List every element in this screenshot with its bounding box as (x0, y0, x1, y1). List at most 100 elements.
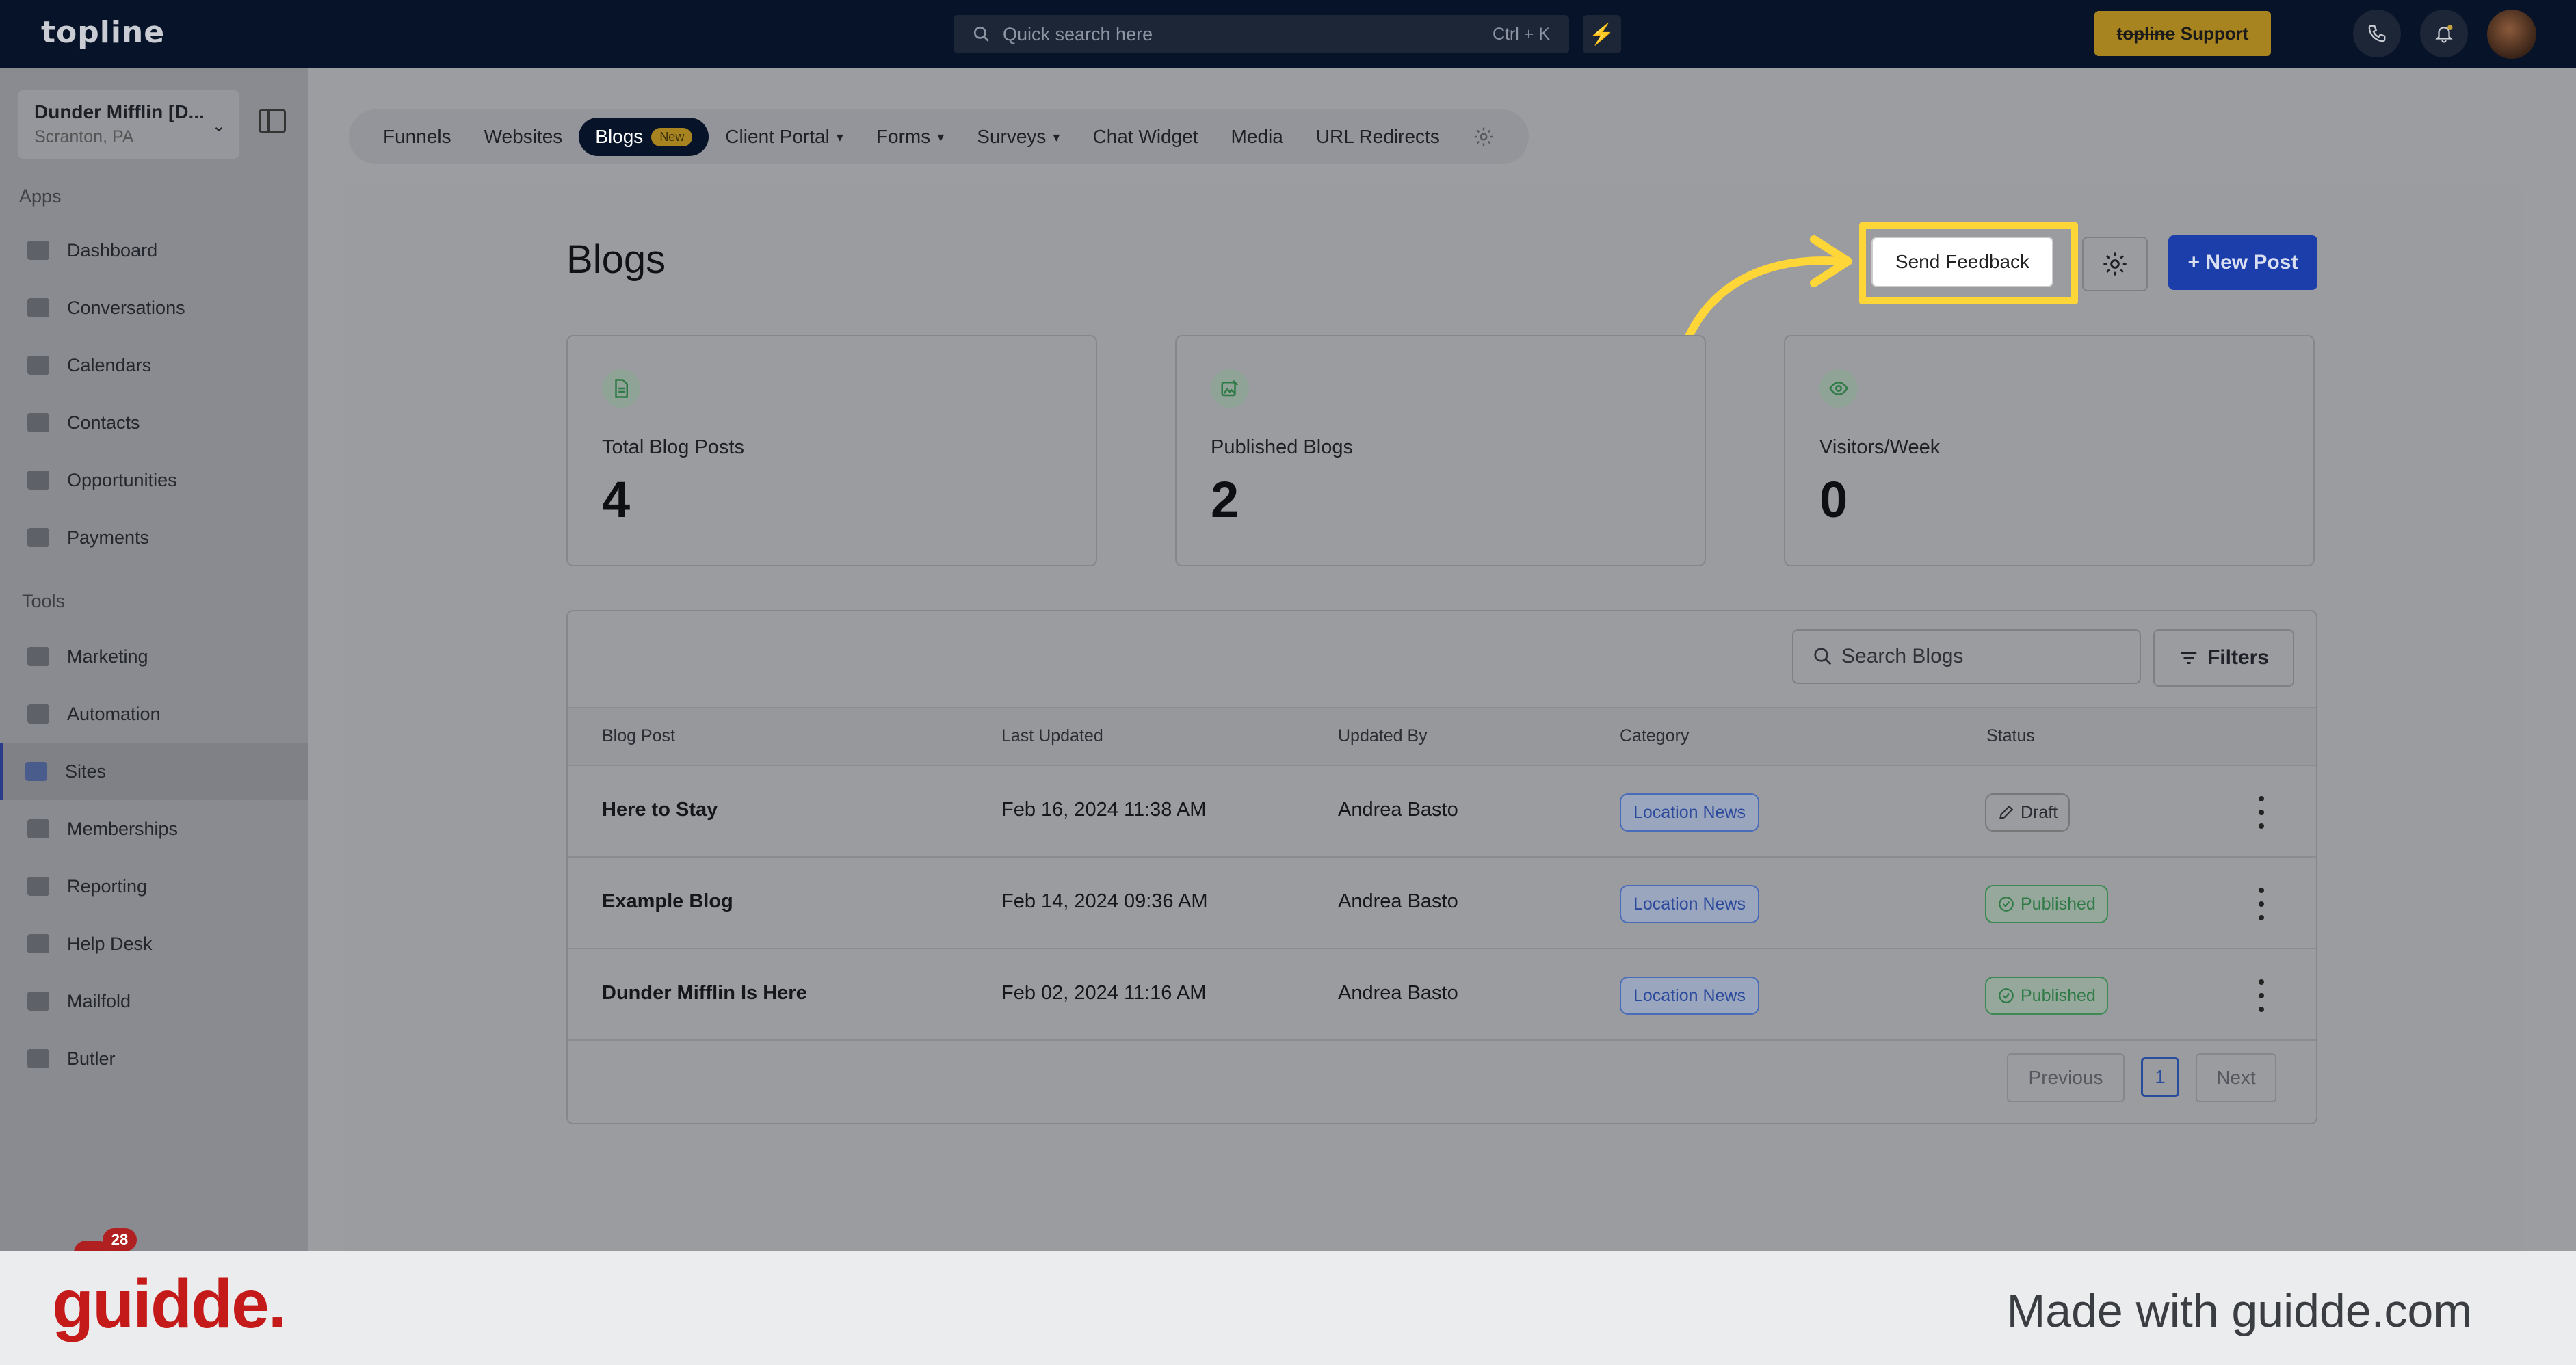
stat-label: Published Blogs (1211, 436, 1353, 458)
tab-chat-widget[interactable]: Chat Widget (1076, 118, 1214, 156)
tab-forms[interactable]: Forms ▾ (860, 118, 960, 156)
bell-icon[interactable] (2420, 10, 2468, 57)
card-icon (27, 528, 49, 547)
sidebar-toggle-icon[interactable] (259, 109, 286, 133)
sidebar-item-marketing[interactable]: Marketing (0, 628, 308, 685)
check-circle-icon (1999, 988, 2014, 1003)
table-row[interactable]: Example Blog Feb 14, 2024 09:36 AM Andre… (568, 858, 2316, 949)
tab-label: Funnels (383, 126, 451, 147)
stat-label: Total Blog Posts (602, 436, 744, 458)
last-updated: Feb 02, 2024 11:16 AM (1001, 982, 1207, 1004)
globe-icon (25, 762, 47, 781)
tab-label: URL Redirects (1315, 126, 1440, 147)
pencil-icon (1999, 805, 2014, 820)
quick-search-bar[interactable]: Quick search here Ctrl + K (954, 15, 1569, 53)
sidebar-item-label: Help Desk (67, 933, 153, 954)
tab-label: Forms (876, 126, 931, 147)
tab-client-portal[interactable]: Client Portal ▾ (709, 118, 860, 156)
tab-url-redirects[interactable]: URL Redirects (1300, 118, 1456, 156)
sidebar-item-memberships[interactable]: Memberships (0, 800, 308, 858)
phone-icon[interactable] (2353, 10, 2401, 57)
tab-label: Client Portal (725, 126, 830, 147)
updated-by: Andrea Basto (1338, 890, 1458, 912)
tab-media[interactable]: Media (1215, 118, 1300, 156)
table-row[interactable]: Dunder Mifflin Is Here Feb 02, 2024 11:1… (568, 949, 2316, 1041)
row-menu-icon[interactable] (2255, 979, 2268, 1012)
pie-icon (27, 877, 49, 896)
blog-post-title[interactable]: Here to Stay (602, 799, 718, 821)
sidebar-item-opportunities[interactable]: Opportunities (0, 451, 308, 509)
tab-surveys[interactable]: Surveys ▾ (960, 118, 1076, 156)
notification-count-badge: 28 (103, 1228, 137, 1251)
sidebar-item-dashboard[interactable]: Dashboard (0, 222, 308, 279)
new-post-button[interactable]: + New Post (2168, 235, 2317, 290)
stat-value: 2 (1211, 471, 1239, 528)
category-badge: Location News (1620, 885, 1759, 923)
search-icon (1814, 648, 1832, 665)
sidebar-item-payments[interactable]: Payments (0, 509, 308, 566)
blog-post-title[interactable]: Example Blog (602, 890, 733, 913)
sidebar-item-calendars[interactable]: Calendars (0, 336, 308, 394)
account-switcher[interactable]: Dunder Mifflin [D... Scranton, PA ⌄ (18, 90, 239, 159)
tab-label: Chat Widget (1092, 126, 1198, 147)
tab-label: Blogs (595, 126, 644, 147)
sidebar-item-conversations[interactable]: Conversations (0, 279, 308, 336)
column-header[interactable]: Category (1620, 726, 1689, 746)
status-badge: Published (1985, 977, 2108, 1015)
user-avatar[interactable] (2487, 10, 2536, 59)
tab-label: Surveys (977, 126, 1047, 147)
column-header[interactable]: Blog Post (602, 726, 675, 746)
calendar-icon (27, 356, 49, 375)
sidebar-item-label: Automation (67, 703, 161, 724)
chevron-down-icon: ▾ (836, 129, 843, 145)
tab-blogs[interactable]: Blogs New (579, 118, 709, 156)
sidebar-item-automation[interactable]: Automation (0, 685, 308, 743)
megaphone-icon (27, 647, 49, 666)
filters-button[interactable]: Filters (2153, 629, 2294, 687)
search-blogs-input[interactable]: Search Blogs (1792, 629, 2141, 684)
table-row[interactable]: Here to Stay Feb 16, 2024 11:38 AM Andre… (568, 766, 2316, 858)
sidebar-item-label: Dashboard (67, 239, 158, 261)
row-menu-icon[interactable] (2255, 888, 2268, 920)
help-icon (27, 934, 49, 953)
chevron-down-icon: ▾ (1053, 129, 1060, 145)
filter-icon (2181, 652, 2197, 664)
eye-icon (1819, 369, 1858, 408)
blogs-table-card: Search Blogs Filters Blog Post Last Upda… (566, 610, 2317, 1124)
stat-card-visitors: Visitors/Week 0 (1784, 335, 2315, 566)
status-badge: Draft (1985, 793, 2071, 832)
sidebar-item-help-desk[interactable]: Help Desk (0, 915, 308, 972)
updated-by: Andrea Basto (1338, 799, 1458, 821)
sidebar-item-mailfold[interactable]: Mailfold (0, 972, 308, 1030)
sidebar-item-reporting[interactable]: Reporting (0, 858, 308, 915)
column-header[interactable]: Last Updated (1001, 726, 1103, 746)
previous-page-button[interactable]: Previous (2007, 1053, 2125, 1102)
sidebar-item-label: Contacts (67, 412, 140, 433)
support-button[interactable]: topline Support (2094, 11, 2271, 56)
tab-websites[interactable]: Websites (468, 118, 579, 156)
status-label: Published (2021, 985, 2096, 1005)
account-name: Dunder Mifflin [D... (34, 101, 205, 122)
app-logo[interactable]: topline (41, 15, 165, 50)
column-header[interactable]: Status (1986, 726, 2035, 746)
next-page-button[interactable]: Next (2196, 1053, 2276, 1102)
blog-post-title[interactable]: Dunder Mifflin Is Here (602, 982, 807, 1005)
sidebar-item-butler[interactable]: Butler (0, 1030, 308, 1087)
guidde-footer: guidde. Made with guidde.com (0, 1251, 2576, 1365)
send-feedback-button[interactable]: Send Feedback (1871, 237, 2053, 287)
column-header[interactable]: Updated By (1338, 726, 1428, 746)
lightning-icon[interactable]: ⚡ (1583, 15, 1621, 53)
row-menu-icon[interactable] (2255, 796, 2268, 829)
mail-icon (27, 992, 49, 1011)
tab-settings[interactable] (1456, 118, 1511, 156)
sidebar-item-label: Opportunities (67, 469, 177, 490)
page-number-button[interactable]: 1 (2141, 1057, 2179, 1097)
sidebar-item-contacts[interactable]: Contacts (0, 394, 308, 451)
support-brand: topline (2116, 23, 2175, 44)
sidebar-item-sites[interactable]: Sites (0, 743, 308, 800)
tab-funnels[interactable]: Funnels (367, 118, 468, 156)
gears-icon (27, 704, 49, 724)
sidebar-item-label: Sites (65, 760, 107, 782)
status-label: Published (2021, 894, 2096, 914)
blog-settings-button[interactable] (2082, 237, 2148, 291)
